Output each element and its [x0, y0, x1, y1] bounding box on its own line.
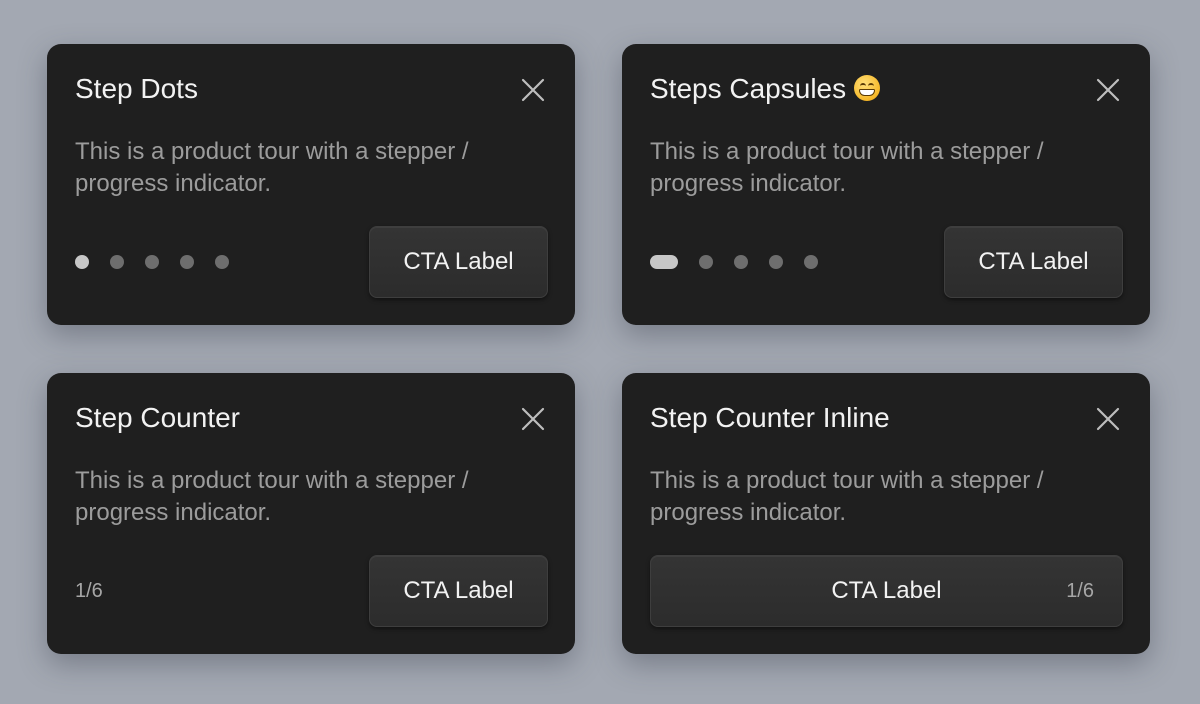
tour-card-step-counter-inline: Step Counter Inline This is a product to… — [622, 373, 1150, 654]
step-dot[interactable] — [804, 255, 818, 269]
tour-card-step-dots: Step Dots This is a product tour with a … — [47, 44, 575, 325]
step-counter: 1/6 — [75, 580, 103, 602]
step-dot-active[interactable] — [75, 255, 89, 269]
card-description: This is a product tour with a stepper / … — [75, 138, 469, 197]
step-dot[interactable] — [215, 255, 229, 269]
close-icon[interactable] — [1096, 407, 1120, 431]
card-title: Step Counter Inline — [650, 402, 890, 433]
card-description: This is a product tour with a stepper / … — [650, 467, 1044, 526]
close-icon[interactable] — [521, 407, 545, 431]
card-title: Steps Capsules — [650, 73, 847, 104]
card-title: Step Dots — [75, 73, 198, 104]
cta-button[interactable]: CTA Label — [369, 226, 548, 298]
step-dot[interactable] — [699, 255, 713, 269]
step-capsule-active[interactable] — [650, 255, 678, 269]
step-capsules — [650, 254, 818, 270]
step-dot[interactable] — [145, 255, 159, 269]
step-dot[interactable] — [769, 255, 783, 269]
card-description: This is a product tour with a stepper / … — [75, 467, 469, 526]
cta-button[interactable]: CTA Label — [369, 555, 548, 627]
step-dot[interactable] — [110, 255, 124, 269]
tour-card-steps-capsules: Steps Capsules This is a product tour wi… — [622, 44, 1150, 325]
tour-card-step-counter: Step Counter This is a product tour with… — [47, 373, 575, 654]
card-title-row: Steps Capsules — [650, 72, 881, 106]
step-dots — [75, 254, 229, 270]
card-title: Step Counter — [75, 402, 240, 433]
step-dot[interactable] — [180, 255, 194, 269]
close-icon[interactable] — [521, 78, 545, 102]
cta-button[interactable]: CTA Label — [944, 226, 1123, 298]
step-counter-inline: 1/6 — [1066, 580, 1094, 602]
cta-button-with-counter[interactable]: CTA Label 1/6 — [650, 555, 1123, 627]
step-dot[interactable] — [734, 255, 748, 269]
card-description: This is a product tour with a stepper / … — [650, 138, 1044, 197]
grinning-face-emoji-icon — [854, 75, 881, 101]
close-icon[interactable] — [1096, 78, 1120, 102]
cta-label: CTA Label — [831, 577, 942, 604]
